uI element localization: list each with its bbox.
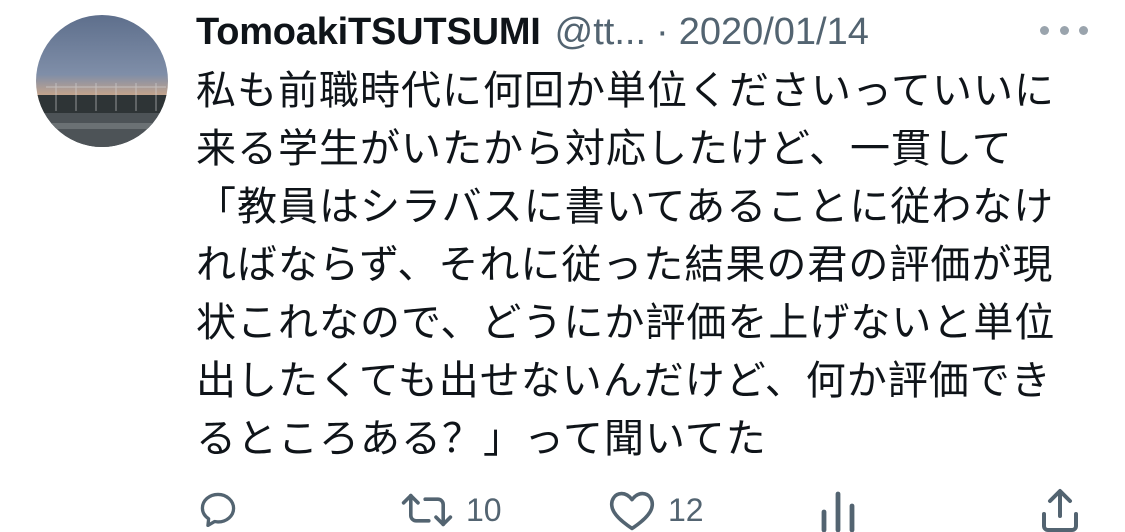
share-button[interactable] bbox=[1040, 488, 1080, 532]
tweet-text-line: るところある？」って聞いてた bbox=[196, 416, 767, 462]
tweet: TomoakiTSUTSUMI @tt... · 2020/01/14 私も前職… bbox=[0, 0, 1125, 532]
avatar[interactable] bbox=[36, 15, 168, 147]
more-dot bbox=[1040, 25, 1049, 35]
retweet-count: 10 bbox=[466, 491, 502, 528]
reply-button[interactable] bbox=[196, 488, 240, 532]
more-dot bbox=[1079, 25, 1088, 35]
heart-icon bbox=[609, 491, 655, 531]
more-dot bbox=[1059, 25, 1069, 35]
share-icon bbox=[1042, 489, 1078, 532]
analytics-button[interactable] bbox=[818, 488, 858, 532]
tweet-text-line: 来る学生がいたから対応したけど、一貫して bbox=[196, 126, 1013, 172]
action-bar: 10 12 bbox=[0, 480, 1125, 532]
author-name[interactable]: TomoakiTSUTSUMI bbox=[196, 4, 541, 60]
tweet-text-line: 「教員はシラバスに書いてあることに従わなけ bbox=[196, 184, 1055, 230]
tweet-header: TomoakiTSUTSUMI @tt... · 2020/01/14 bbox=[196, 4, 869, 60]
like-button[interactable]: 12 bbox=[608, 488, 704, 532]
header-separator: · bbox=[656, 11, 669, 53]
like-count: 12 bbox=[668, 491, 704, 528]
analytics-icon bbox=[821, 491, 855, 532]
more-options-icon[interactable] bbox=[1040, 18, 1088, 42]
author-handle[interactable]: @tt... bbox=[555, 4, 646, 60]
tweet-text-line: ればならず、それに従った結果の君の評価が現 bbox=[196, 242, 1054, 288]
tweet-text-line: 出したくても出せないんだけど、何か評価でき bbox=[196, 358, 1052, 404]
reply-icon bbox=[200, 492, 236, 528]
tweet-text-line: 私も前職時代に何回か単位くださいっていいに bbox=[196, 68, 1055, 114]
tweet-text: 私も前職時代に何回か単位くださいっていいに 来る学生がいたから対応したけど、一貫… bbox=[196, 62, 1086, 468]
tweet-text-line: 状これなので、どうにか評価を上げないと単位 bbox=[196, 300, 1056, 346]
avatar-image bbox=[36, 15, 168, 147]
retweet-button[interactable]: 10 bbox=[400, 488, 502, 532]
tweet-date[interactable]: 2020/01/14 bbox=[679, 4, 869, 60]
retweet-icon bbox=[401, 493, 453, 527]
